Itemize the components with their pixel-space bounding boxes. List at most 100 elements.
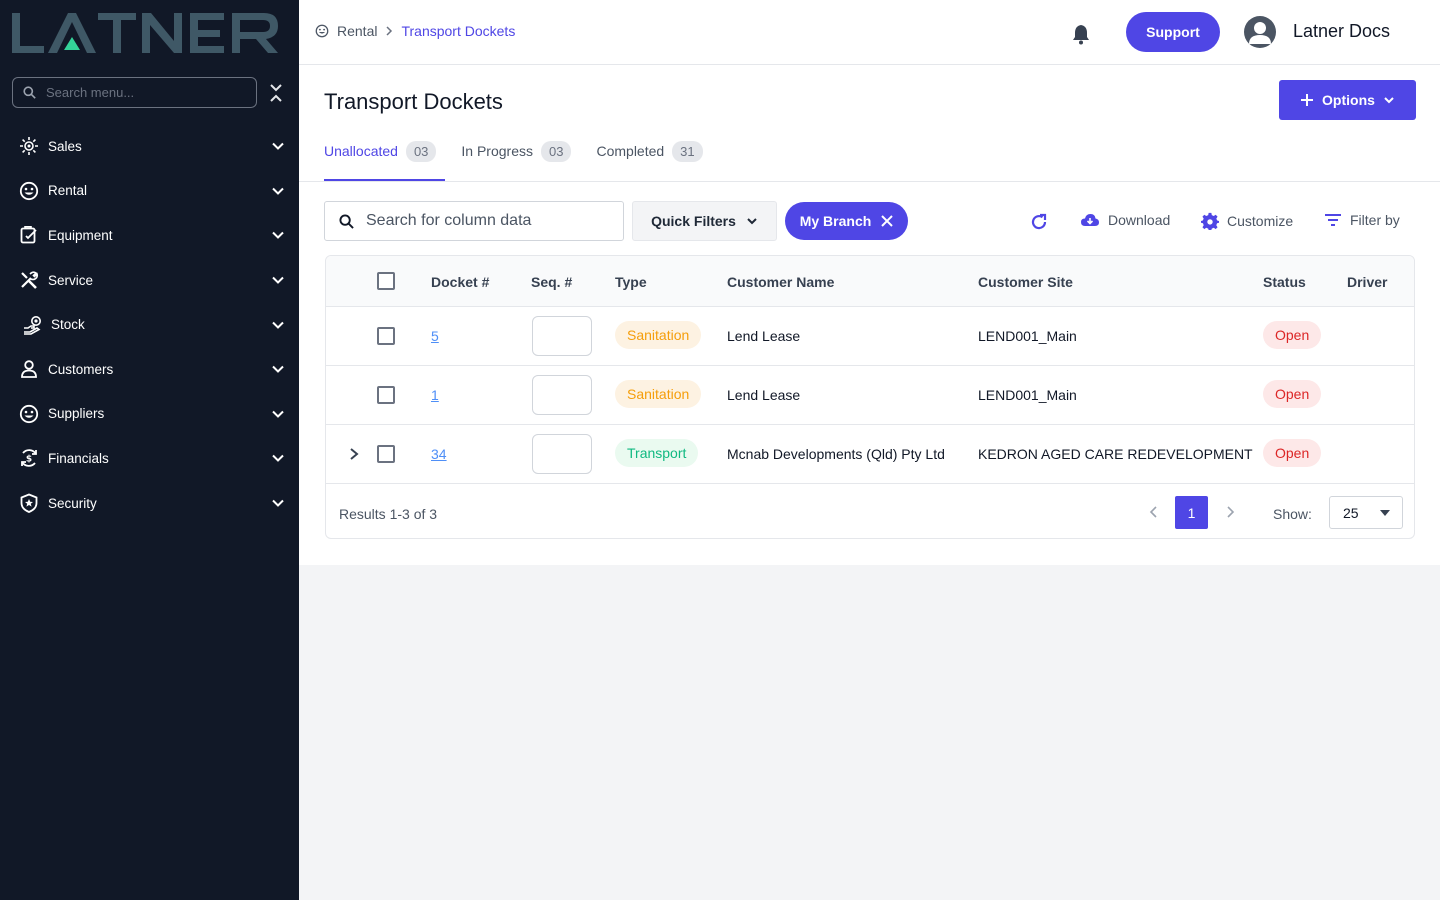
customer-name: Lend Lease [727, 387, 801, 403]
sequence-input[interactable] [532, 316, 592, 356]
filter-by-button[interactable]: Filter by [1324, 212, 1400, 228]
security-icon [18, 492, 40, 514]
column-header-type[interactable]: Type [615, 274, 647, 290]
search-icon [339, 213, 354, 229]
filter-icon [1325, 214, 1341, 226]
column-search-field[interactable] [324, 201, 624, 241]
menu-search-input[interactable]: Search menu... [12, 77, 257, 108]
cloud-download-icon [1081, 214, 1099, 226]
content-panel: Transport Dockets Options Unallocated 03… [299, 65, 1440, 565]
chevron-down-icon [272, 276, 284, 284]
customers-icon [18, 358, 40, 380]
column-header-status[interactable]: Status [1263, 274, 1306, 290]
tab-count-badge: 03 [541, 140, 572, 162]
chevron-down-icon [272, 455, 284, 463]
filter-by-label: Filter by [1350, 212, 1400, 228]
sidebar-item-financials[interactable]: $ Financials [0, 436, 299, 481]
breadcrumb-current[interactable]: Transport Dockets [401, 23, 515, 39]
sidebar-item-label: Financials [48, 450, 109, 466]
page-number-button[interactable]: 1 [1175, 496, 1208, 529]
my-branch-filter-chip[interactable]: My Branch [785, 202, 908, 240]
refresh-icon [1031, 213, 1047, 230]
avatar[interactable] [1244, 16, 1276, 48]
download-button[interactable]: Download [1080, 212, 1170, 228]
column-header-customer-site[interactable]: Customer Site [978, 274, 1073, 290]
column-header-customer-name[interactable]: Customer Name [727, 274, 834, 290]
sidebar-item-label: Security [48, 495, 97, 511]
chevron-down-icon [272, 321, 284, 329]
sidebar-item-security[interactable]: Security [0, 481, 299, 526]
menu-search-placeholder: Search menu... [46, 85, 135, 100]
table-row[interactable]: 34 Transport Mcnab Developments (Qld) Pt… [326, 425, 1414, 484]
sidebar-item-equipment[interactable]: Equipment [0, 213, 299, 258]
support-button[interactable]: Support [1126, 12, 1220, 52]
column-search-input[interactable] [366, 212, 606, 230]
breadcrumb: Rental Transport Dockets [315, 23, 515, 39]
tab-count-badge: 03 [405, 140, 437, 162]
latner-logo[interactable] [10, 10, 282, 56]
tab-completed[interactable]: Completed 31 [596, 139, 703, 163]
sequence-input[interactable] [532, 434, 592, 474]
expand-row-chevron-icon[interactable] [348, 447, 360, 461]
docket-number-link[interactable]: 1 [431, 387, 439, 403]
quick-filters-button[interactable]: Quick Filters [632, 201, 777, 241]
rental-icon [315, 24, 329, 38]
chevron-down-icon [1384, 97, 1394, 104]
customer-site: LEND001_Main [978, 328, 1077, 344]
customize-button[interactable]: Customize [1201, 212, 1293, 230]
options-label: Options [1322, 92, 1375, 108]
caret-down-icon [1380, 510, 1390, 516]
dockets-table: Docket # Seq. # Type Customer Name Custo… [325, 255, 1415, 539]
column-header-driver[interactable]: Driver [1347, 274, 1387, 290]
page-size-value: 25 [1343, 504, 1359, 521]
sales-icon [18, 135, 40, 157]
tab-count-badge: 31 [672, 140, 703, 162]
tab-in-progress[interactable]: In Progress 03 [461, 139, 572, 163]
status-badge: Open [1263, 321, 1322, 349]
type-badge: Sanitation [615, 380, 702, 408]
breadcrumb-rental[interactable]: Rental [337, 23, 377, 39]
customer-name: Mcnab Developments (Qld) Pty Ltd [727, 446, 945, 462]
sidebar-item-service[interactable]: Service [0, 258, 299, 303]
sidebar-item-suppliers[interactable]: Suppliers [0, 392, 299, 437]
status-badge: Open [1263, 380, 1322, 408]
plus-icon [1301, 94, 1314, 106]
type-badge: Sanitation [615, 321, 702, 349]
sidebar: Search menu... Sales Rental Equipment Se… [0, 0, 299, 900]
sidebar-item-stock[interactable]: Stock [0, 302, 299, 347]
svg-text:$: $ [26, 455, 32, 465]
table-row[interactable]: 1 Sanitation Lend Lease LEND001_Main Ope… [326, 366, 1414, 425]
tabs-divider [299, 181, 1440, 182]
column-header-docket[interactable]: Docket # [431, 274, 489, 290]
previous-page-chevron-icon[interactable] [1148, 505, 1160, 519]
sidebar-item-label: Equipment [48, 227, 113, 243]
next-page-chevron-icon[interactable] [1224, 505, 1236, 519]
sidebar-item-label: Sales [48, 138, 82, 154]
row-checkbox[interactable] [377, 445, 395, 463]
page-size-select[interactable]: 25 [1329, 496, 1403, 529]
chevron-right-icon [386, 26, 393, 36]
user-name[interactable]: Latner Docs [1293, 21, 1390, 42]
table-row[interactable]: 5 Sanitation Lend Lease LEND001_Main Ope… [326, 307, 1414, 366]
row-checkbox[interactable] [377, 327, 395, 345]
top-bar: Rental Transport Dockets Support Latner … [299, 0, 1440, 65]
row-checkbox[interactable] [377, 386, 395, 404]
page-title: Transport Dockets [324, 89, 503, 114]
chevron-down-icon [272, 143, 284, 151]
sidebar-item-sales[interactable]: Sales [0, 124, 299, 169]
customer-site: LEND001_Main [978, 387, 1077, 403]
sidebar-item-rental[interactable]: Rental [0, 169, 299, 214]
close-icon[interactable] [881, 215, 893, 227]
options-button[interactable]: Options [1279, 80, 1416, 120]
download-label: Download [1108, 212, 1171, 228]
column-header-seq[interactable]: Seq. # [531, 274, 572, 290]
docket-number-link[interactable]: 34 [431, 446, 447, 462]
refresh-button[interactable] [1029, 212, 1049, 232]
docket-number-link[interactable]: 5 [431, 328, 439, 344]
sidebar-item-customers[interactable]: Customers [0, 347, 299, 392]
notifications-bell-icon[interactable] [1071, 23, 1091, 45]
sequence-input[interactable] [532, 375, 592, 415]
select-all-checkbox[interactable] [377, 272, 395, 290]
tab-unallocated[interactable]: Unallocated 03 [324, 139, 437, 163]
collapse-sidebar-button[interactable] [266, 82, 286, 104]
